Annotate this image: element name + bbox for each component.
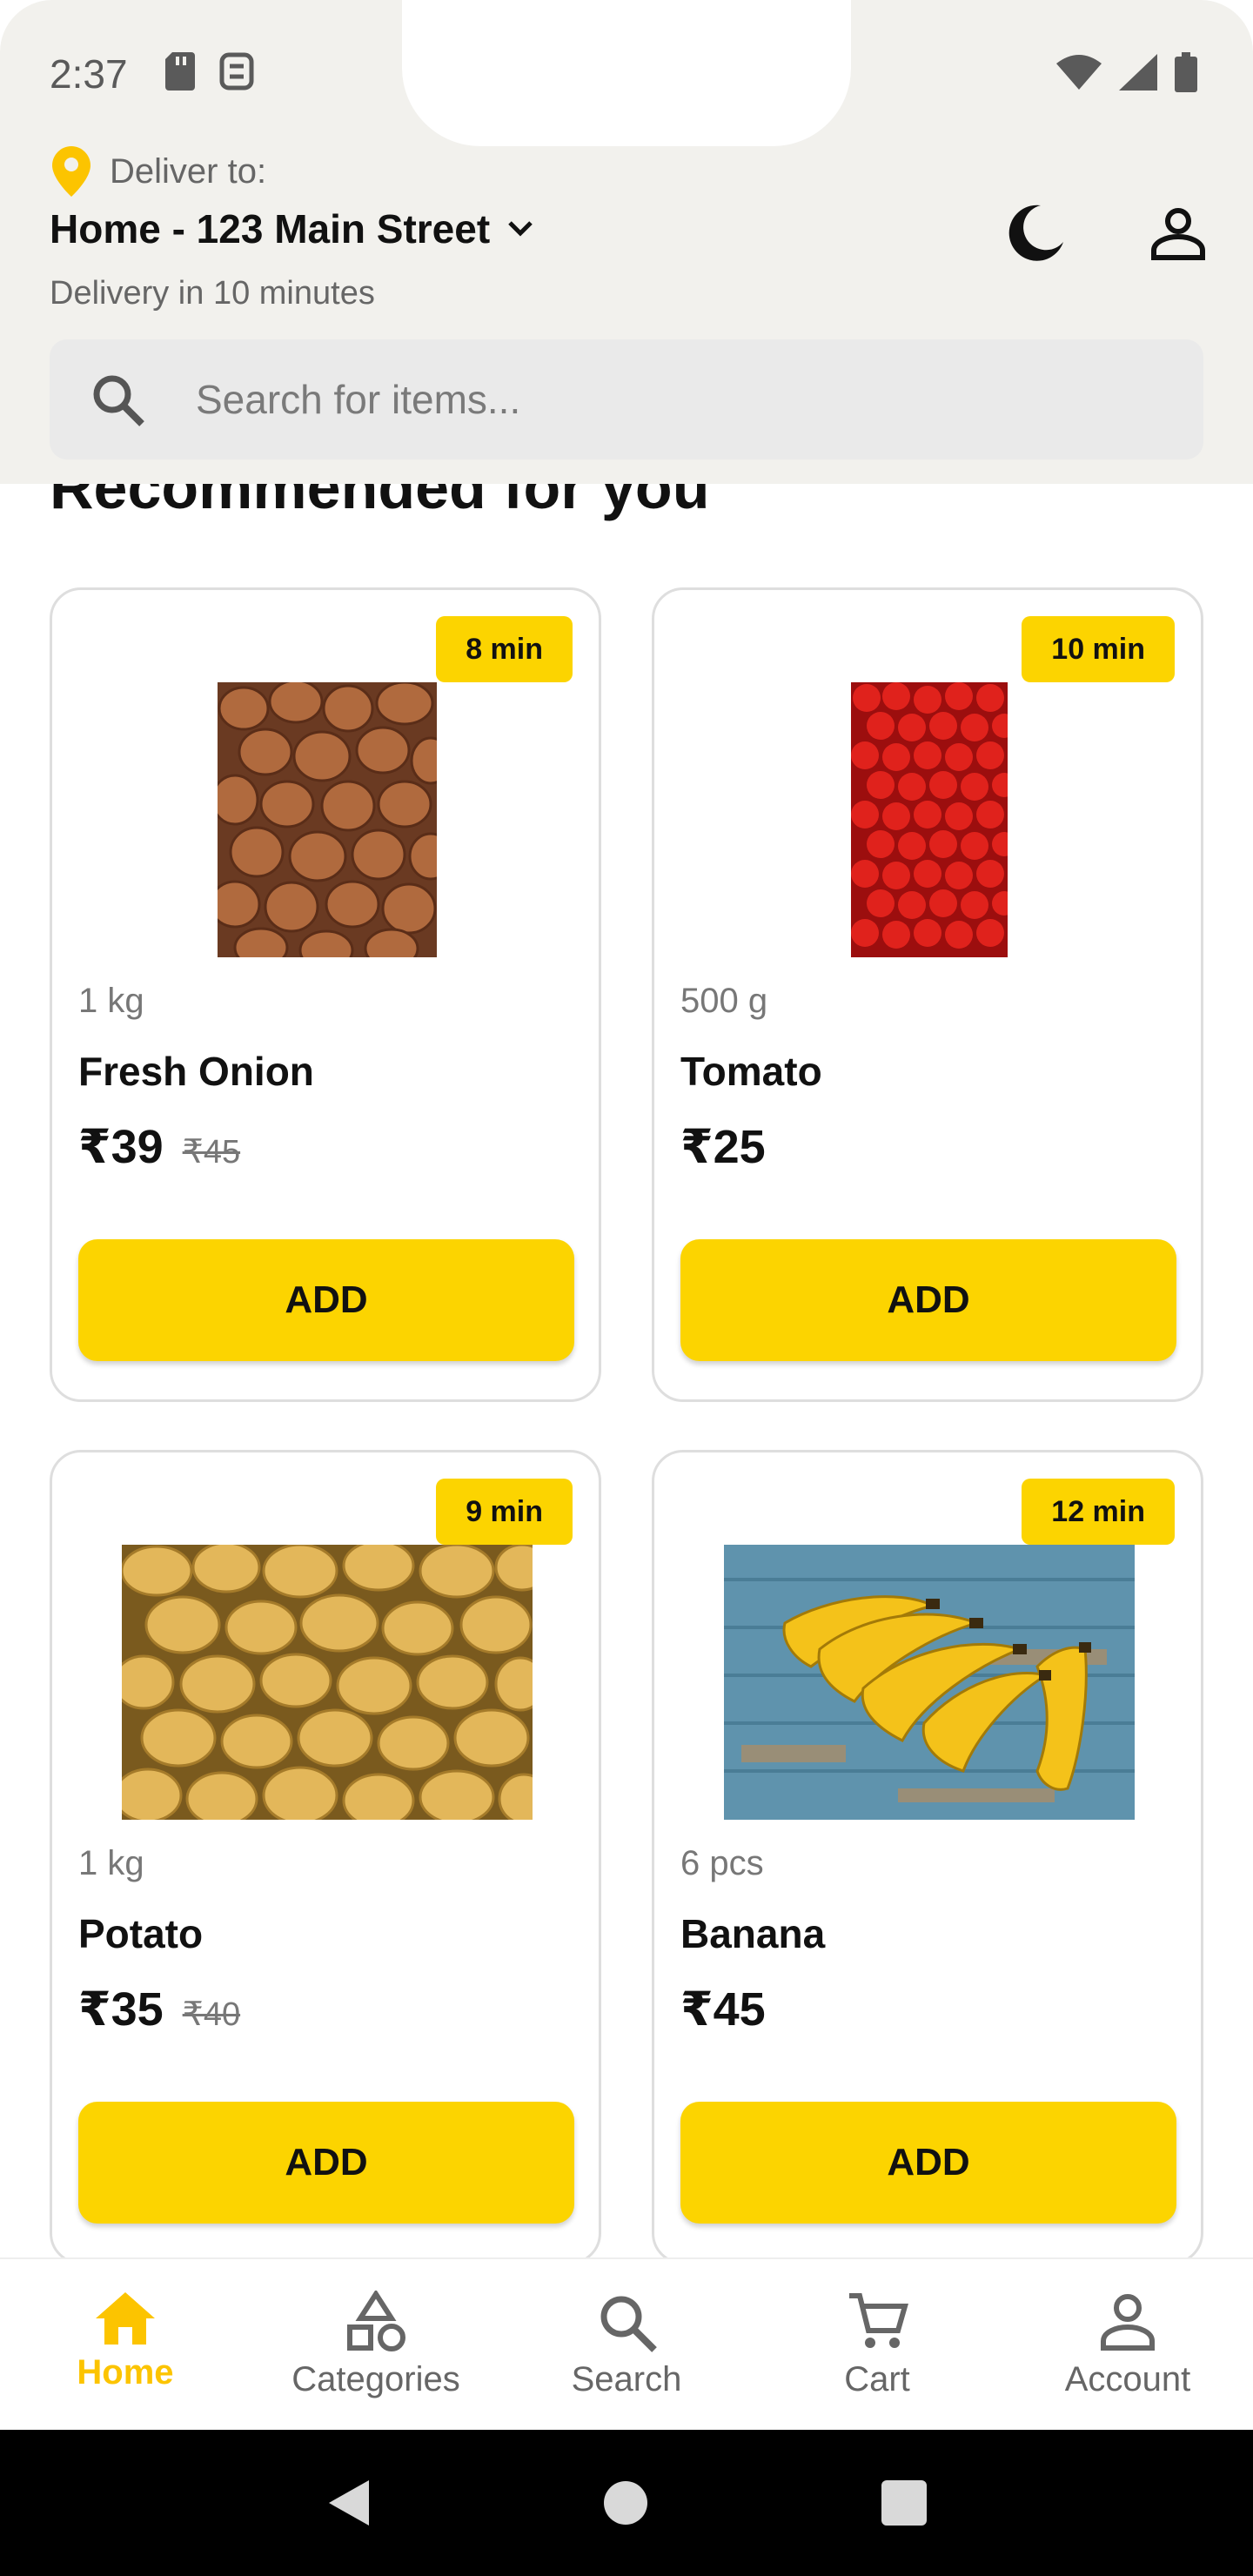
address-text: Home - 123 Main Street <box>50 206 491 252</box>
location-pin-icon <box>52 146 90 197</box>
chevron-down-icon <box>508 221 533 237</box>
search-input[interactable] <box>196 376 1066 423</box>
wifi-icon <box>1056 55 1102 90</box>
nav-home[interactable]: Home <box>0 2259 251 2430</box>
onion-image <box>218 682 437 957</box>
delivery-eta: Delivery in 10 minutes <box>50 275 375 312</box>
deliver-label: Deliver to: <box>110 151 267 191</box>
delivery-time-badge: 12 min <box>1022 1479 1175 1545</box>
add-to-cart-button[interactable]: ADD <box>78 2102 574 2224</box>
potato-image <box>122 1545 533 1820</box>
product-name: Fresh Onion <box>78 1049 314 1094</box>
banana-image <box>724 1545 1135 1820</box>
product-quantity: 1 kg <box>78 1844 144 1882</box>
product-mrp: ₹40 <box>182 1996 241 2033</box>
product-price: ₹45 <box>680 1983 766 2036</box>
cart-icon <box>849 2293 908 2348</box>
bottom-navigation: Home Categories Search Cart Account <box>0 2257 1253 2430</box>
product-card[interactable]: 8 min 1 kg Fresh Onion ₹39 ₹45 ADD <box>50 587 601 1402</box>
search-icon <box>93 375 144 426</box>
nav-categories[interactable]: Categories <box>251 2259 501 2430</box>
product-quantity: 1 kg <box>78 982 144 1020</box>
nav-label: Categories <box>291 2360 460 2398</box>
add-to-cart-button[interactable]: ADD <box>680 2102 1176 2224</box>
categories-icon <box>347 2291 405 2351</box>
deliver-row: Deliver to: <box>52 146 266 197</box>
search-icon <box>600 2296 657 2352</box>
product-mrp: ₹45 <box>182 1134 241 1171</box>
product-price: ₹35 <box>78 1983 164 2036</box>
sd-card-icon <box>165 52 195 91</box>
back-icon[interactable] <box>325 2479 371 2527</box>
product-quantity: 6 pcs <box>680 1844 764 1882</box>
product-card[interactable]: 10 min 500 g Tomato ₹25 ADD <box>652 587 1203 1402</box>
tomato-image <box>851 682 1008 957</box>
battery-icon <box>1175 52 1197 92</box>
status-icons-left <box>165 52 254 91</box>
status-icons-right <box>1056 52 1197 92</box>
nav-cart[interactable]: Cart <box>752 2259 1002 2430</box>
price-row: ₹25 <box>680 1119 785 1174</box>
product-quantity: 500 g <box>680 982 768 1020</box>
nav-label: Account <box>1064 2360 1191 2398</box>
system-navigation-bar <box>0 2430 1253 2576</box>
nav-search[interactable]: Search <box>501 2259 752 2430</box>
signal-icon <box>1119 54 1157 91</box>
price-row: ₹35 ₹40 <box>78 1982 240 2036</box>
app-header: 2:37 Deliver to: Home - 123 Main Street … <box>0 0 1253 484</box>
home-icon <box>96 2292 155 2345</box>
delivery-time-badge: 10 min <box>1022 616 1175 682</box>
search-bar[interactable] <box>50 339 1203 460</box>
person-icon <box>1101 2294 1155 2351</box>
product-price: ₹25 <box>680 1121 766 1173</box>
camera-notch <box>402 0 851 146</box>
home-circle-icon[interactable] <box>603 2480 648 2526</box>
moon-icon <box>1008 205 1063 261</box>
delivery-time-badge: 9 min <box>436 1479 573 1545</box>
nav-label: Home <box>77 2353 174 2392</box>
product-card[interactable]: 12 min 6 pcs Banana ₹45 ADD <box>652 1450 1203 2264</box>
nav-account[interactable]: Account <box>1002 2259 1253 2430</box>
price-row: ₹39 ₹45 <box>78 1119 240 1174</box>
add-to-cart-button[interactable]: ADD <box>78 1239 574 1361</box>
nav-label: Search <box>571 2360 682 2398</box>
product-price: ₹39 <box>78 1121 164 1173</box>
data-saver-icon <box>219 52 254 91</box>
profile-button[interactable] <box>1142 197 1215 270</box>
person-icon <box>1151 208 1205 260</box>
address-selector[interactable]: Home - 123 Main Street <box>50 205 533 252</box>
product-name: Tomato <box>680 1049 822 1094</box>
add-to-cart-button[interactable]: ADD <box>680 1239 1176 1361</box>
product-card[interactable]: 9 min 1 kg Potato ₹35 ₹40 ADD <box>50 1450 601 2264</box>
nav-label: Cart <box>844 2360 910 2398</box>
status-time: 2:37 <box>50 51 128 97</box>
price-row: ₹45 <box>680 1982 785 2036</box>
delivery-time-badge: 8 min <box>436 616 573 682</box>
product-name: Potato <box>78 1911 204 1956</box>
product-name: Banana <box>680 1911 826 1956</box>
dark-mode-button[interactable] <box>999 197 1072 270</box>
recents-icon[interactable] <box>881 2479 928 2526</box>
